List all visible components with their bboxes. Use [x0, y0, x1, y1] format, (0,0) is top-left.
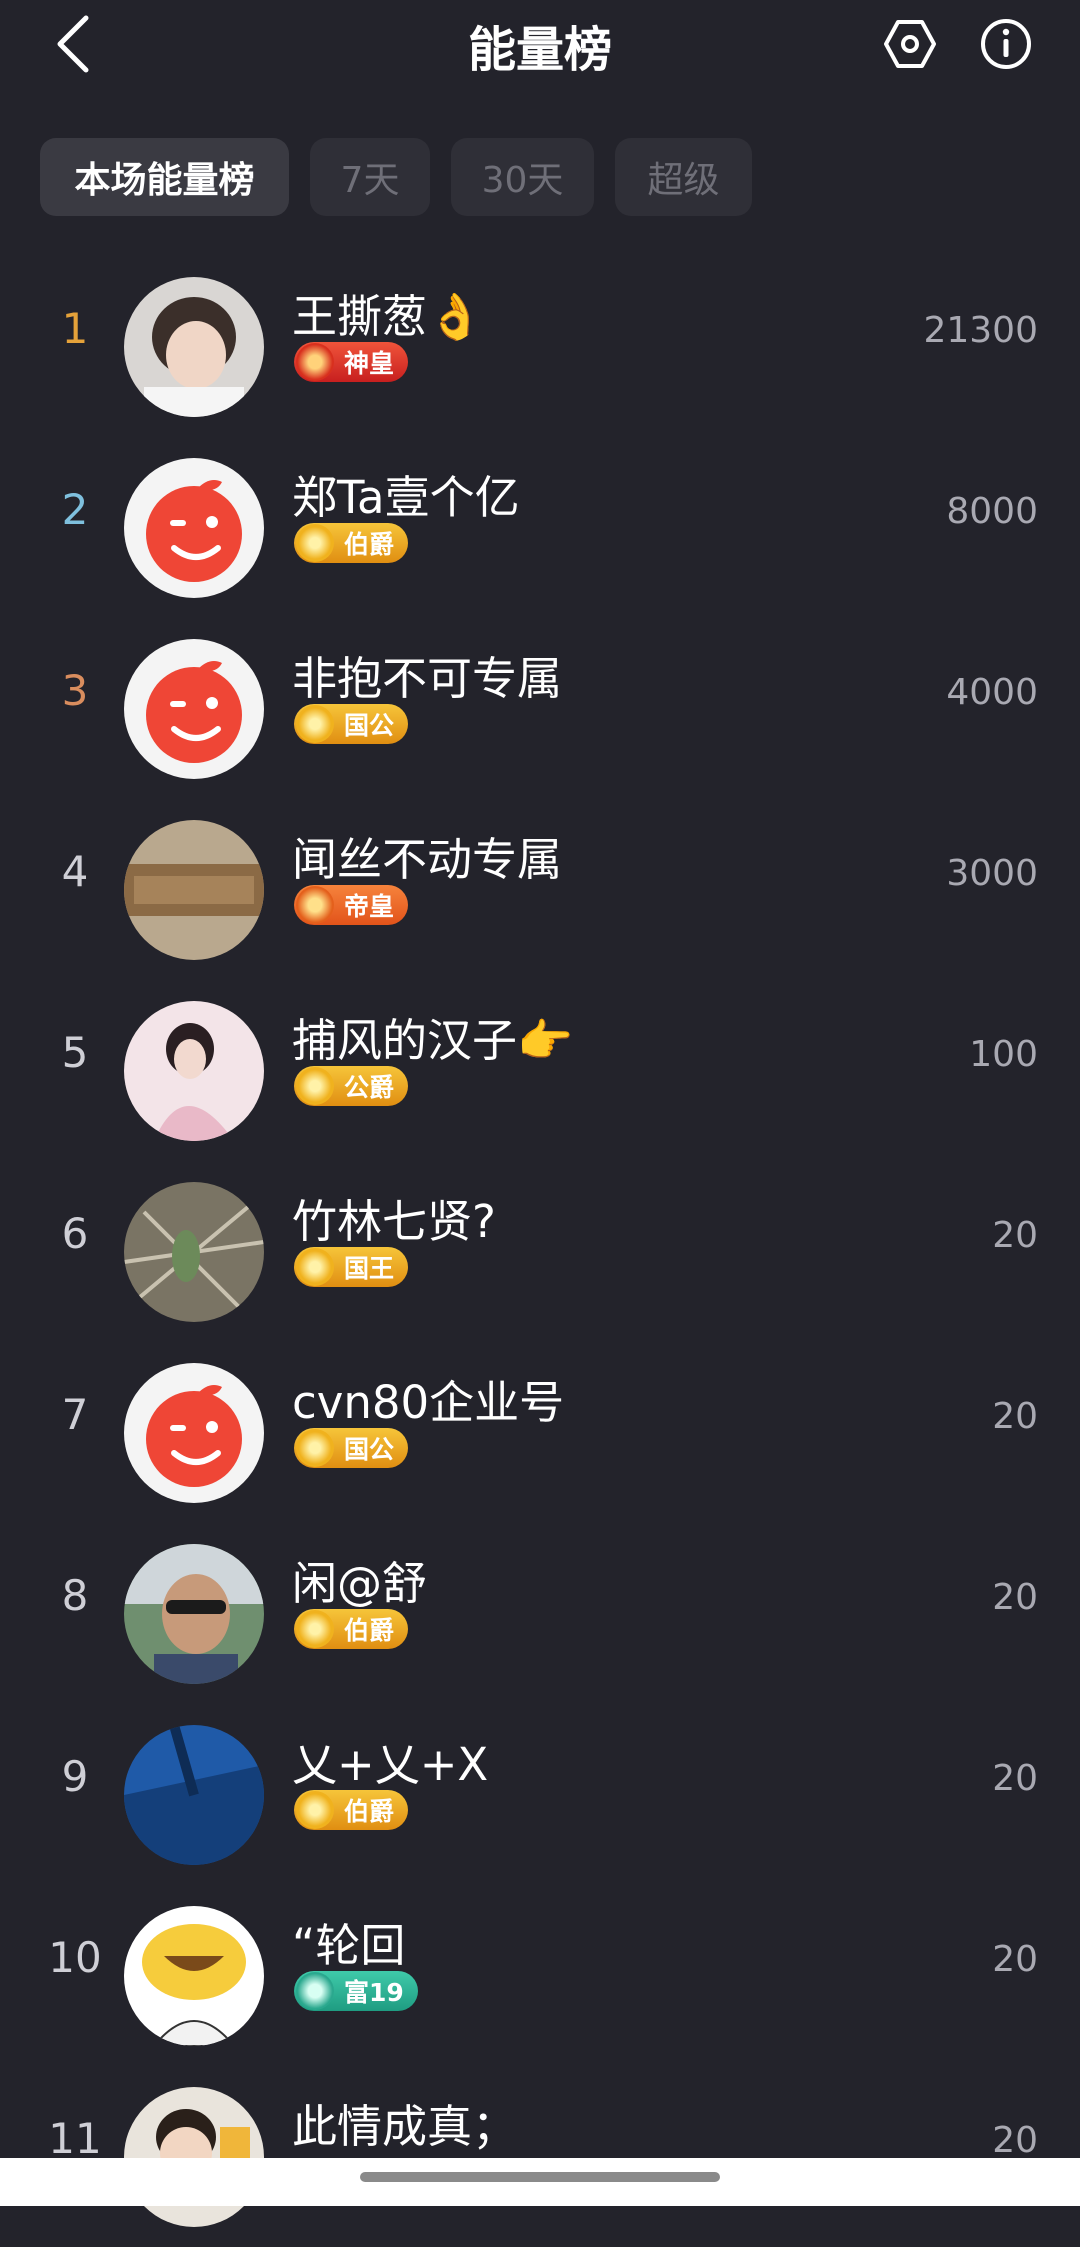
user-name: 非抱不可专属	[292, 652, 563, 705]
energy-score: 21300	[923, 310, 1038, 351]
avatar[interactable]	[124, 277, 264, 417]
info-icon[interactable]	[978, 16, 1034, 72]
ranking-row[interactable]: 8 闲@舒 伯爵 20	[0, 1523, 1080, 1704]
tab-30-days[interactable]: 30天	[451, 138, 594, 216]
ranking-row[interactable]: 5 捕风的汉子👉 公爵 100	[0, 980, 1080, 1161]
avatar[interactable]	[124, 1725, 264, 1865]
energy-score: 3000	[946, 853, 1038, 894]
avatar[interactable]	[124, 820, 264, 960]
level-badge-label: 富19	[344, 1978, 404, 2007]
level-badge: 伯爵	[294, 1609, 409, 1649]
home-indicator[interactable]	[360, 2172, 720, 2182]
ranking-row[interactable]: 6 竹林七贤? 国王 20	[0, 1161, 1080, 1342]
medal-icon	[296, 1429, 334, 1467]
period-tabs: 本场能量榜 7天 30天 超级	[40, 138, 752, 216]
level-badge-label: 伯爵	[344, 530, 395, 559]
energy-score: 20	[992, 1215, 1038, 1256]
ranking-row[interactable]: 3 非抱不可专属 国公 4000	[0, 618, 1080, 799]
tab-super[interactable]: 超级	[615, 138, 752, 216]
ranking-row[interactable]: 9 乂+乂+X 伯爵 20	[0, 1704, 1080, 1885]
user-name: 闻丝不动专属	[292, 833, 563, 886]
user-name: 乂+乂+X	[292, 1738, 489, 1791]
medal-icon	[296, 1248, 334, 1286]
user-name: 闲@舒	[292, 1557, 428, 1610]
medal-icon	[296, 886, 334, 924]
ranking-row[interactable]: 7 cvn80企业号 国公 20	[0, 1342, 1080, 1523]
level-badge: 帝皇	[294, 885, 409, 925]
ranking-row[interactable]: 1 王撕葱👌 神皇 21300	[0, 256, 1080, 437]
medal-icon	[296, 1972, 334, 2010]
medal-icon	[296, 705, 334, 743]
ranking-row[interactable]: 11 此情成真； 20	[0, 2066, 1080, 2247]
user-name: 此情成真；	[292, 2100, 518, 2153]
avatar[interactable]	[124, 639, 264, 779]
user-name: “轮回	[292, 1919, 406, 1972]
medal-icon	[296, 1610, 334, 1648]
energy-score: 20	[992, 1396, 1038, 1437]
energy-score: 20	[992, 2120, 1038, 2161]
avatar[interactable]	[124, 1544, 264, 1684]
level-badge-label: 国公	[344, 1435, 395, 1464]
level-badge-label: 帝皇	[344, 892, 395, 921]
user-name: 郑Ta壹个亿	[292, 471, 520, 524]
level-badge-label: 伯爵	[344, 1797, 395, 1826]
avatar[interactable]	[124, 1363, 264, 1503]
ranking-row[interactable]: 2 郑Ta壹个亿 伯爵 8000	[0, 437, 1080, 618]
top-bar: 能量榜	[0, 0, 1080, 90]
level-badge: 公爵	[294, 1066, 409, 1106]
ranking-row[interactable]: 10 “轮回 富19 20	[0, 1885, 1080, 2066]
energy-score: 20	[992, 1939, 1038, 1980]
tab-this-session[interactable]: 本场能量榜	[40, 138, 289, 216]
energy-score: 4000	[946, 672, 1038, 713]
level-badge: 国王	[294, 1247, 409, 1287]
medal-icon	[296, 524, 334, 562]
ranking-row[interactable]: 4 闻丝不动专属 帝皇 3000	[0, 799, 1080, 980]
level-badge-label: 国公	[344, 711, 395, 740]
level-badge: 伯爵	[294, 523, 409, 563]
level-badge: 伯爵	[294, 1790, 409, 1830]
user-name: 捕风的汉子👉	[292, 1014, 574, 1067]
user-name: 王撕葱👌	[292, 290, 484, 343]
energy-score: 100	[969, 1034, 1038, 1075]
avatar[interactable]	[124, 1182, 264, 1322]
level-badge-label: 公爵	[344, 1073, 395, 1102]
level-badge-label: 伯爵	[344, 1616, 395, 1645]
energy-score: 20	[992, 1577, 1038, 1618]
avatar[interactable]	[124, 1001, 264, 1141]
level-badge: 国公	[294, 704, 409, 744]
user-name: cvn80企业号	[292, 1376, 565, 1429]
avatar[interactable]	[124, 458, 264, 598]
avatar[interactable]	[124, 2087, 264, 2227]
tab-7-days[interactable]: 7天	[310, 138, 430, 216]
level-badge-label: 国王	[344, 1254, 395, 1283]
medal-icon	[296, 1067, 334, 1105]
energy-score: 8000	[946, 491, 1038, 532]
medal-icon	[296, 1791, 334, 1829]
bottom-edge	[0, 2158, 1080, 2206]
medal-icon	[296, 343, 334, 381]
avatar[interactable]	[124, 1906, 264, 2046]
level-badge: 富19	[294, 1971, 418, 2011]
energy-score: 20	[992, 1758, 1038, 1799]
level-badge: 神皇	[294, 342, 409, 382]
level-badge-label: 神皇	[344, 349, 395, 378]
level-badge: 国公	[294, 1428, 409, 1468]
settings-hexagon-icon[interactable]	[882, 16, 938, 72]
user-name: 竹林七贤?	[292, 1195, 496, 1248]
